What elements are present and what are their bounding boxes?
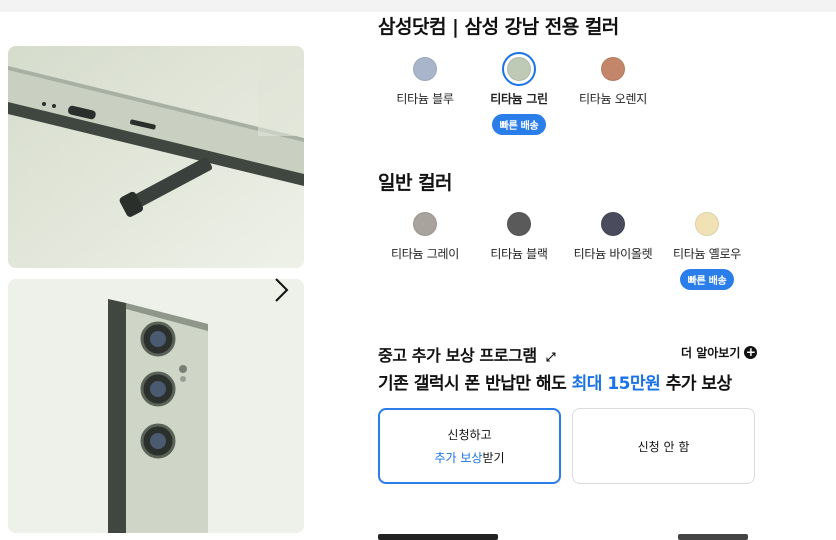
- learn-more-label: 더 알아보기: [681, 346, 741, 360]
- selected-ring: [502, 52, 536, 86]
- color-option-titanium-orange[interactable]: 티타늄 오렌지: [558, 52, 668, 107]
- color-swatch: [507, 212, 531, 236]
- learn-more-link[interactable]: 더 알아보기 +: [681, 344, 758, 361]
- apply-line2-rest: 받기: [482, 451, 505, 465]
- product-image-spen: [8, 46, 304, 268]
- color-swatch: [601, 57, 625, 81]
- color-swatch: [413, 57, 437, 81]
- color-label: 티타늄 옐로우: [673, 247, 741, 261]
- cutoff-link: [678, 534, 748, 540]
- decline-tradein-button[interactable]: 신청 안 함: [572, 408, 755, 484]
- decline-label: 신청 안 함: [637, 439, 690, 454]
- apply-tradein-button[interactable]: 신청하고 추가 보상받기: [378, 408, 561, 484]
- product-image-camera: [8, 279, 304, 533]
- apply-line2: 추가 보상받기: [434, 449, 504, 466]
- fast-delivery-badge: 빠른 배송: [679, 269, 735, 290]
- tradein-subtitle: 기존 갤럭시 폰 반납만 해도 최대 15만원 추가 보상: [378, 369, 732, 394]
- tradein-sub-suffix: 추가 보상: [660, 374, 733, 394]
- color-swatch: [507, 57, 531, 81]
- apply-line1: 신청하고: [447, 428, 492, 442]
- color-swatch: [695, 212, 719, 236]
- standard-color-title: 일반 컬러: [378, 172, 453, 194]
- color-label: 티타늄 오렌지: [579, 92, 647, 106]
- fast-delivery-badge: 빠른 배송: [491, 114, 547, 135]
- tradein-sub-highlight: 최대 15만원: [571, 374, 661, 394]
- arrow-icon: ⤢: [545, 350, 556, 364]
- top-bar: [0, 0, 836, 12]
- tradein-title: 중고 추가 보상 프로그램 ⤢: [378, 342, 556, 366]
- tradein-title-text: 중고 추가 보상 프로그램: [378, 346, 537, 365]
- chevron-right-icon[interactable]: [268, 276, 294, 304]
- color-swatch: [601, 212, 625, 236]
- color-swatch: [413, 212, 437, 236]
- tradein-sub-prefix: 기존 갤럭시 폰 반납만 해도: [378, 374, 572, 394]
- color-option-titanium-yellow[interactable]: 티타늄 옐로우 빠른 배송: [652, 207, 762, 290]
- exclusive-color-title: 삼성닷컴 | 삼성 강남 전용 컬러: [378, 16, 619, 38]
- plus-circle-icon: +: [744, 345, 758, 359]
- apply-line2-blue: 추가 보상: [434, 451, 483, 465]
- cutoff-text: [378, 534, 498, 540]
- next-section-cutoff: [378, 532, 758, 540]
